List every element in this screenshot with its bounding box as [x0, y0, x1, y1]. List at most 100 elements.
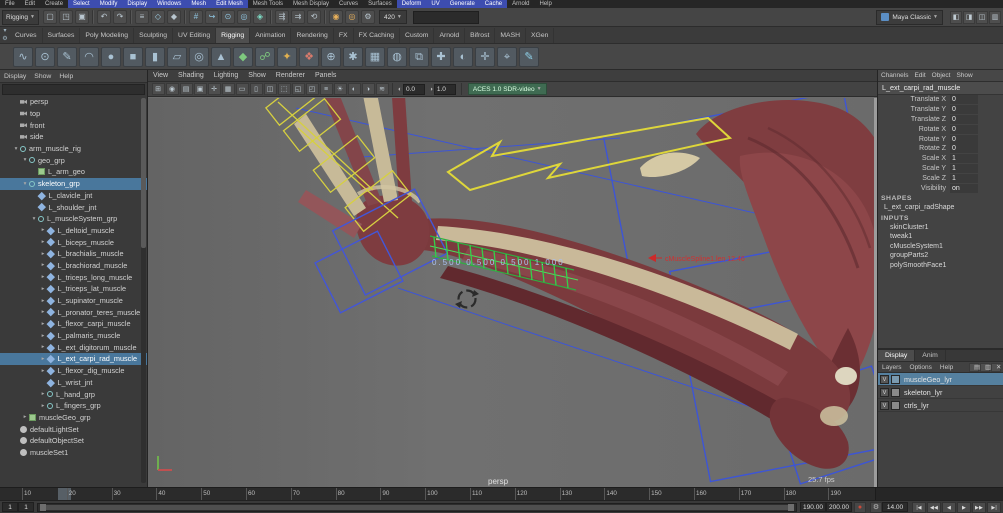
play-forwards-button[interactable]: ▶ — [957, 501, 971, 513]
poly-sphere-icon[interactable]: ● — [101, 46, 121, 67]
outliner-item[interactable]: side — [0, 131, 147, 143]
render-icon[interactable]: ◉ — [329, 10, 343, 24]
playback-start-field[interactable] — [18, 502, 34, 512]
outliner-item[interactable]: persp — [0, 96, 147, 108]
menu-item[interactable]: Create — [40, 0, 68, 8]
select-hierarchy-icon[interactable]: ≡ — [135, 10, 149, 24]
shelf-tab[interactable]: Rendering — [291, 28, 334, 43]
menu-item[interactable]: File — [0, 0, 20, 8]
channel-value-field[interactable]: on — [950, 183, 978, 193]
channel-value-field[interactable]: 1 — [950, 173, 978, 183]
shelf-tab[interactable]: FX Caching — [354, 28, 401, 43]
film-gate-icon[interactable]: ▭ — [235, 83, 249, 95]
range-start-handle[interactable] — [40, 503, 46, 511]
snap-point-icon[interactable]: ⊙ — [221, 10, 235, 24]
shelf-tab[interactable]: Arnold — [434, 28, 466, 43]
poly-cube-icon[interactable]: ■ — [123, 46, 143, 67]
outliner-item[interactable]: ▾ skeleton_grp — [0, 177, 147, 190]
channel-row[interactable]: Translate Z 0 — [878, 114, 1003, 125]
expand-arrow-icon[interactable]: ▸ — [39, 356, 47, 362]
channel-box-object-name[interactable]: L_ext_carpi_rad_muscle — [878, 82, 1003, 95]
snap-grid-icon[interactable]: # — [189, 10, 203, 24]
shelf-config-buttons[interactable]: ▾ ⚙ — [0, 27, 10, 43]
expand-arrow-icon[interactable]: ▸ — [39, 251, 47, 257]
skin-bind-icon[interactable]: ✦ — [277, 46, 297, 67]
scrollbar-handle[interactable] — [141, 98, 146, 248]
menu-item[interactable]: Windows — [152, 0, 187, 8]
wrap-deformer-icon[interactable]: ◍ — [387, 46, 407, 67]
time-slider[interactable]: 10 20 30 40 50 60 70 80 90 100 110 120 130 140 150 160 1… — [0, 487, 1003, 500]
outliner-menu-item[interactable]: Show — [30, 70, 55, 82]
image-plane-icon[interactable]: ▣ — [193, 83, 207, 95]
expand-arrow-icon[interactable]: ▾ — [21, 157, 29, 163]
menu-item[interactable]: Curves — [334, 0, 363, 8]
outliner-item[interactable]: front — [0, 119, 147, 131]
pencil-curve-icon[interactable]: ✎ — [57, 46, 77, 67]
playback-end-field[interactable] — [800, 502, 826, 512]
outliner-item[interactable]: ▾ arm_muscle_rig — [0, 143, 147, 155]
range-slider-range[interactable] — [40, 504, 794, 510]
ambient-occlusion-icon[interactable]: ◑ — [361, 83, 375, 95]
outliner-item[interactable]: defaultObjectSet — [0, 435, 147, 447]
arc-tool-icon[interactable]: ◠ — [79, 46, 99, 67]
shelf-tab[interactable]: Poly Modeling — [80, 28, 135, 43]
animation-preferences-icon[interactable]: ⚙ — [870, 501, 882, 513]
outliner-item[interactable]: ▸ L_flexor_dig_muscle — [0, 365, 147, 377]
layer-visibility-toggle[interactable]: V — [880, 387, 889, 397]
step-forward-button[interactable]: ▶▶ — [972, 501, 986, 513]
2d-pan-zoom-icon[interactable]: ✛ — [207, 83, 221, 95]
channel-box-toggle[interactable]: ▥ — [989, 10, 1001, 24]
new-scene-icon[interactable]: ▢ — [43, 10, 57, 24]
step-back-button[interactable]: ◀◀ — [927, 501, 941, 513]
outliner-item[interactable]: ▸ L_brachialis_muscle — [0, 248, 147, 260]
snap-curve-icon[interactable]: ↪ — [205, 10, 219, 24]
frame-tick[interactable]: 130 — [559, 488, 605, 500]
ik-handle-icon[interactable]: ☍ — [255, 46, 275, 67]
outliner-item[interactable]: muscleSet1 — [0, 447, 147, 459]
expand-arrow-icon[interactable]: ▸ — [39, 239, 47, 245]
frame-tick[interactable]: 160 — [693, 488, 739, 500]
curve-cv-icon[interactable]: ∿ — [13, 46, 33, 67]
outliner-item[interactable]: top — [0, 108, 147, 120]
outliner-item[interactable]: ▾ geo_grp — [0, 154, 147, 166]
poly-cone-icon[interactable]: ▲ — [211, 46, 231, 67]
channel-value-field[interactable]: 1 — [950, 163, 978, 173]
channel-row[interactable]: Visibility on — [878, 183, 1003, 193]
expand-arrow-icon[interactable]: ▸ — [21, 414, 29, 420]
outliner-item[interactable]: ▸ L_supinator_muscle — [0, 295, 147, 307]
menu-item[interactable]: Mesh Tools — [248, 0, 288, 8]
render-settings-icon[interactable]: ⚙ — [361, 10, 375, 24]
shelf-tab[interactable]: Custom — [400, 28, 435, 43]
workspace-dropdown[interactable]: Maya Classic ▼ — [876, 9, 943, 25]
expand-arrow-icon[interactable]: ▾ — [12, 146, 20, 152]
outliner-item[interactable]: L_shoulder_jnt — [0, 201, 147, 213]
poly-plane-icon[interactable]: ▱ — [167, 46, 187, 67]
channel-row[interactable]: Translate Y 0 — [878, 105, 1003, 115]
field-chart-icon[interactable]: ⬚ — [277, 83, 291, 95]
muscle-icon[interactable]: ❖ — [299, 46, 319, 67]
shape-node-name[interactable]: L_ext_carpi_radShape — [878, 203, 1003, 213]
outliner-item[interactable]: ▸ muscleGeo_grp — [0, 412, 147, 424]
menu-item[interactable]: Select — [68, 0, 95, 8]
attribute-editor-toggle[interactable]: ◫ — [976, 10, 988, 24]
go-to-start-button[interactable]: |◀ — [912, 501, 926, 513]
ipr-render-icon[interactable]: ◎ — [345, 10, 359, 24]
bookmarks-icon[interactable]: ▤ — [179, 83, 193, 95]
channel-row[interactable]: Scale X 1 — [878, 154, 1003, 164]
outliner-item[interactable]: ▸ L_triceps_lat_muscle — [0, 283, 147, 295]
status-icon[interactable] — [184, 10, 186, 24]
channel-row[interactable]: Translate X 0 — [878, 95, 1003, 105]
control-curve-icon[interactable]: ✚ — [431, 46, 451, 67]
redo-icon[interactable]: ↷ — [113, 10, 127, 24]
shelf-tab[interactable]: Bifrost — [465, 28, 496, 43]
input-node-name[interactable]: groupParts2 — [878, 251, 1003, 261]
go-to-end-button[interactable]: ▶| — [987, 501, 1001, 513]
expand-arrow-icon[interactable]: ▾ — [21, 181, 29, 187]
save-scene-icon[interactable]: ▣ — [75, 10, 89, 24]
outliner-menu-item[interactable]: Display — [0, 70, 30, 82]
hud-icon[interactable]: ≡ — [319, 83, 333, 95]
mirror-icon[interactable]: ◐ — [453, 46, 473, 67]
frame-tick[interactable]: 150 — [649, 488, 694, 500]
frame-tick[interactable]: 60 — [245, 488, 291, 500]
outliner-item[interactable]: ▾ L_muscleSystem_grp — [0, 213, 147, 225]
